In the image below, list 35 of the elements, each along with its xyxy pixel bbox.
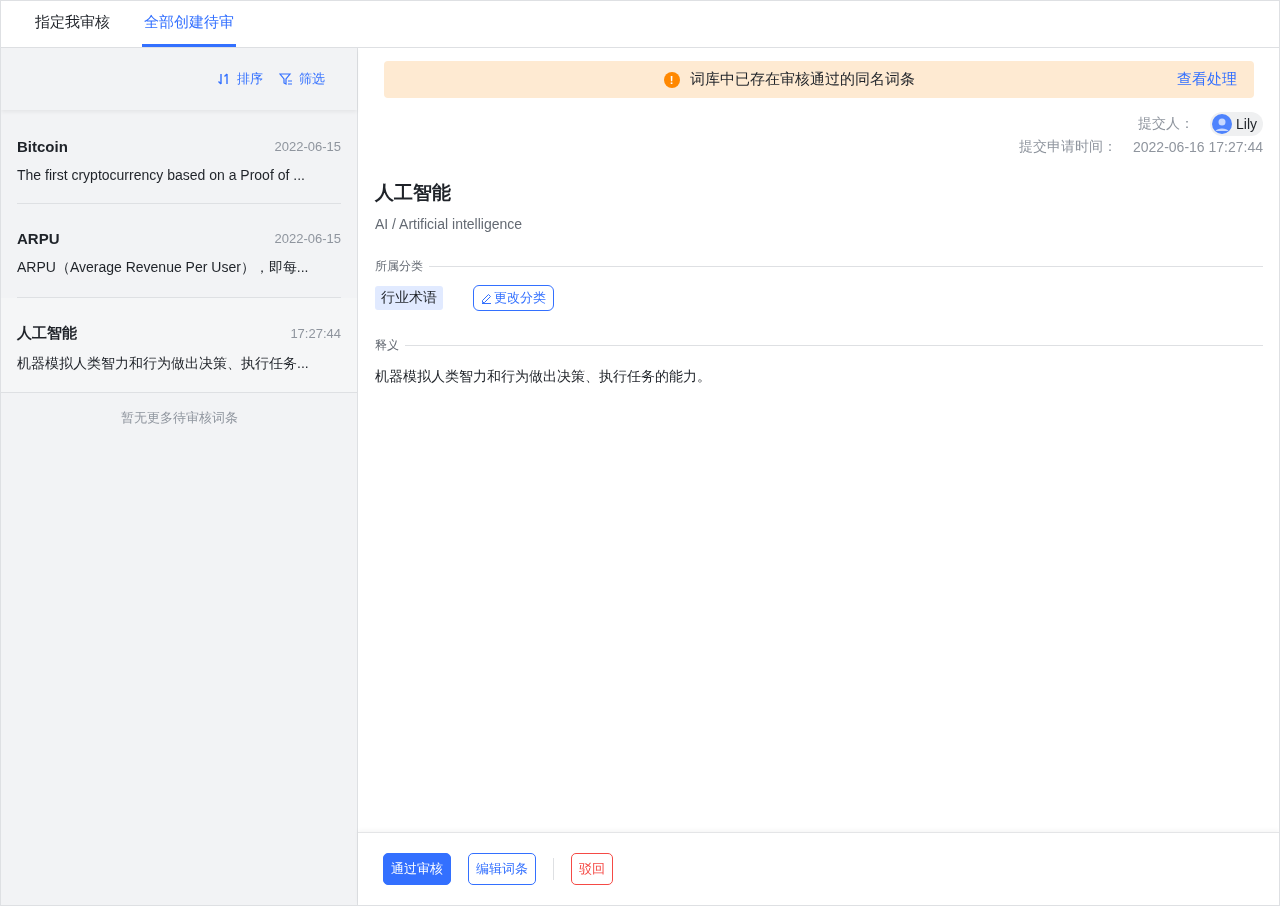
submitter-label: 提交人： <box>1138 115 1194 133</box>
list-end-text: 暂无更多待审核词条 <box>119 409 239 427</box>
item-summary: The first cryptocurrency based on a Proof of ... <box>17 167 306 183</box>
item-summary: 机器模拟人类智力和行为做出决策、执行任务... <box>17 355 310 373</box>
warning-icon: ! <box>663 71 680 88</box>
view-link[interactable]: 查看处理 <box>1177 70 1237 89</box>
alert-message: 词库中已存在审核通过的同名词条 <box>689 70 915 89</box>
change-category-button[interactable]: 更改分类 <box>473 285 554 311</box>
item-date: 17:27:44 <box>290 326 341 341</box>
item-date: 2022-06-15 <box>274 139 341 154</box>
filter-icon <box>279 72 293 86</box>
item-date: 2022-06-15 <box>274 231 341 246</box>
tab[interactable]: 指定我审核 <box>33 1 112 47</box>
list-item[interactable]: Bitcoin 2022-06-15 The first cryptocurrency based on a Proof of ... <box>17 112 341 204</box>
item-title: ARPU <box>17 230 60 247</box>
approve-button[interactable]: 通过审核 <box>383 853 451 885</box>
submit-time-label: 提交申请时间： <box>1019 138 1117 156</box>
pencil-icon <box>481 292 492 304</box>
avatar-icon <box>1212 114 1232 134</box>
filter-button[interactable]: 筛选 <box>279 70 325 88</box>
term-subtitle: AI / Artificial intelligence <box>375 216 524 232</box>
sort-icon <box>217 72 231 86</box>
edit-button[interactable]: 编辑词条 <box>468 853 536 885</box>
submit-time: 2022-06-16 17:27:44 <box>1133 139 1263 155</box>
definition-text: 机器模拟人类智力和行为做出决策、执行任务的能力。 <box>375 368 712 386</box>
section-heading: 所属分类 <box>375 258 423 275</box>
item-summary: ARPU（Average Revenue Per User），即每... <box>17 259 310 277</box>
reject-button[interactable]: 驳回 <box>571 853 613 885</box>
section-heading: 释义 <box>375 337 399 354</box>
item-title: Bitcoin <box>17 138 68 155</box>
term-title: 人工智能 <box>375 181 452 205</box>
user-name: Lily <box>1236 116 1257 132</box>
item-title: 人工智能 <box>17 324 77 343</box>
category-tag: 行业术语 <box>375 286 443 310</box>
sort-button[interactable]: 排序 <box>217 70 263 88</box>
